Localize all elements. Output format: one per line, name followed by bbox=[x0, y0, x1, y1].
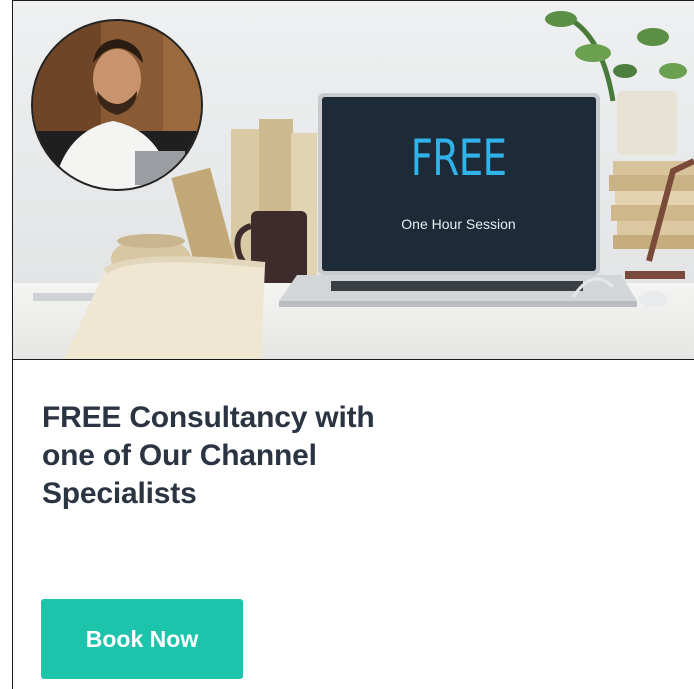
screen-headline: FREE bbox=[410, 129, 507, 187]
hero-image: FREE One Hour Session bbox=[13, 1, 694, 360]
card-headline: FREE Consultancy with one of Our Channel… bbox=[42, 399, 502, 513]
consultancy-card: FREE One Hour Session FREE Consultancy w… bbox=[12, 0, 694, 689]
screen-subline: One Hour Session bbox=[401, 216, 516, 232]
book-now-button[interactable]: Book Now bbox=[41, 599, 243, 679]
headline-line: FREE Consultancy with bbox=[42, 401, 375, 434]
headline-line: Specialists bbox=[42, 477, 197, 510]
headline-line: one of Our Channel bbox=[42, 439, 317, 472]
